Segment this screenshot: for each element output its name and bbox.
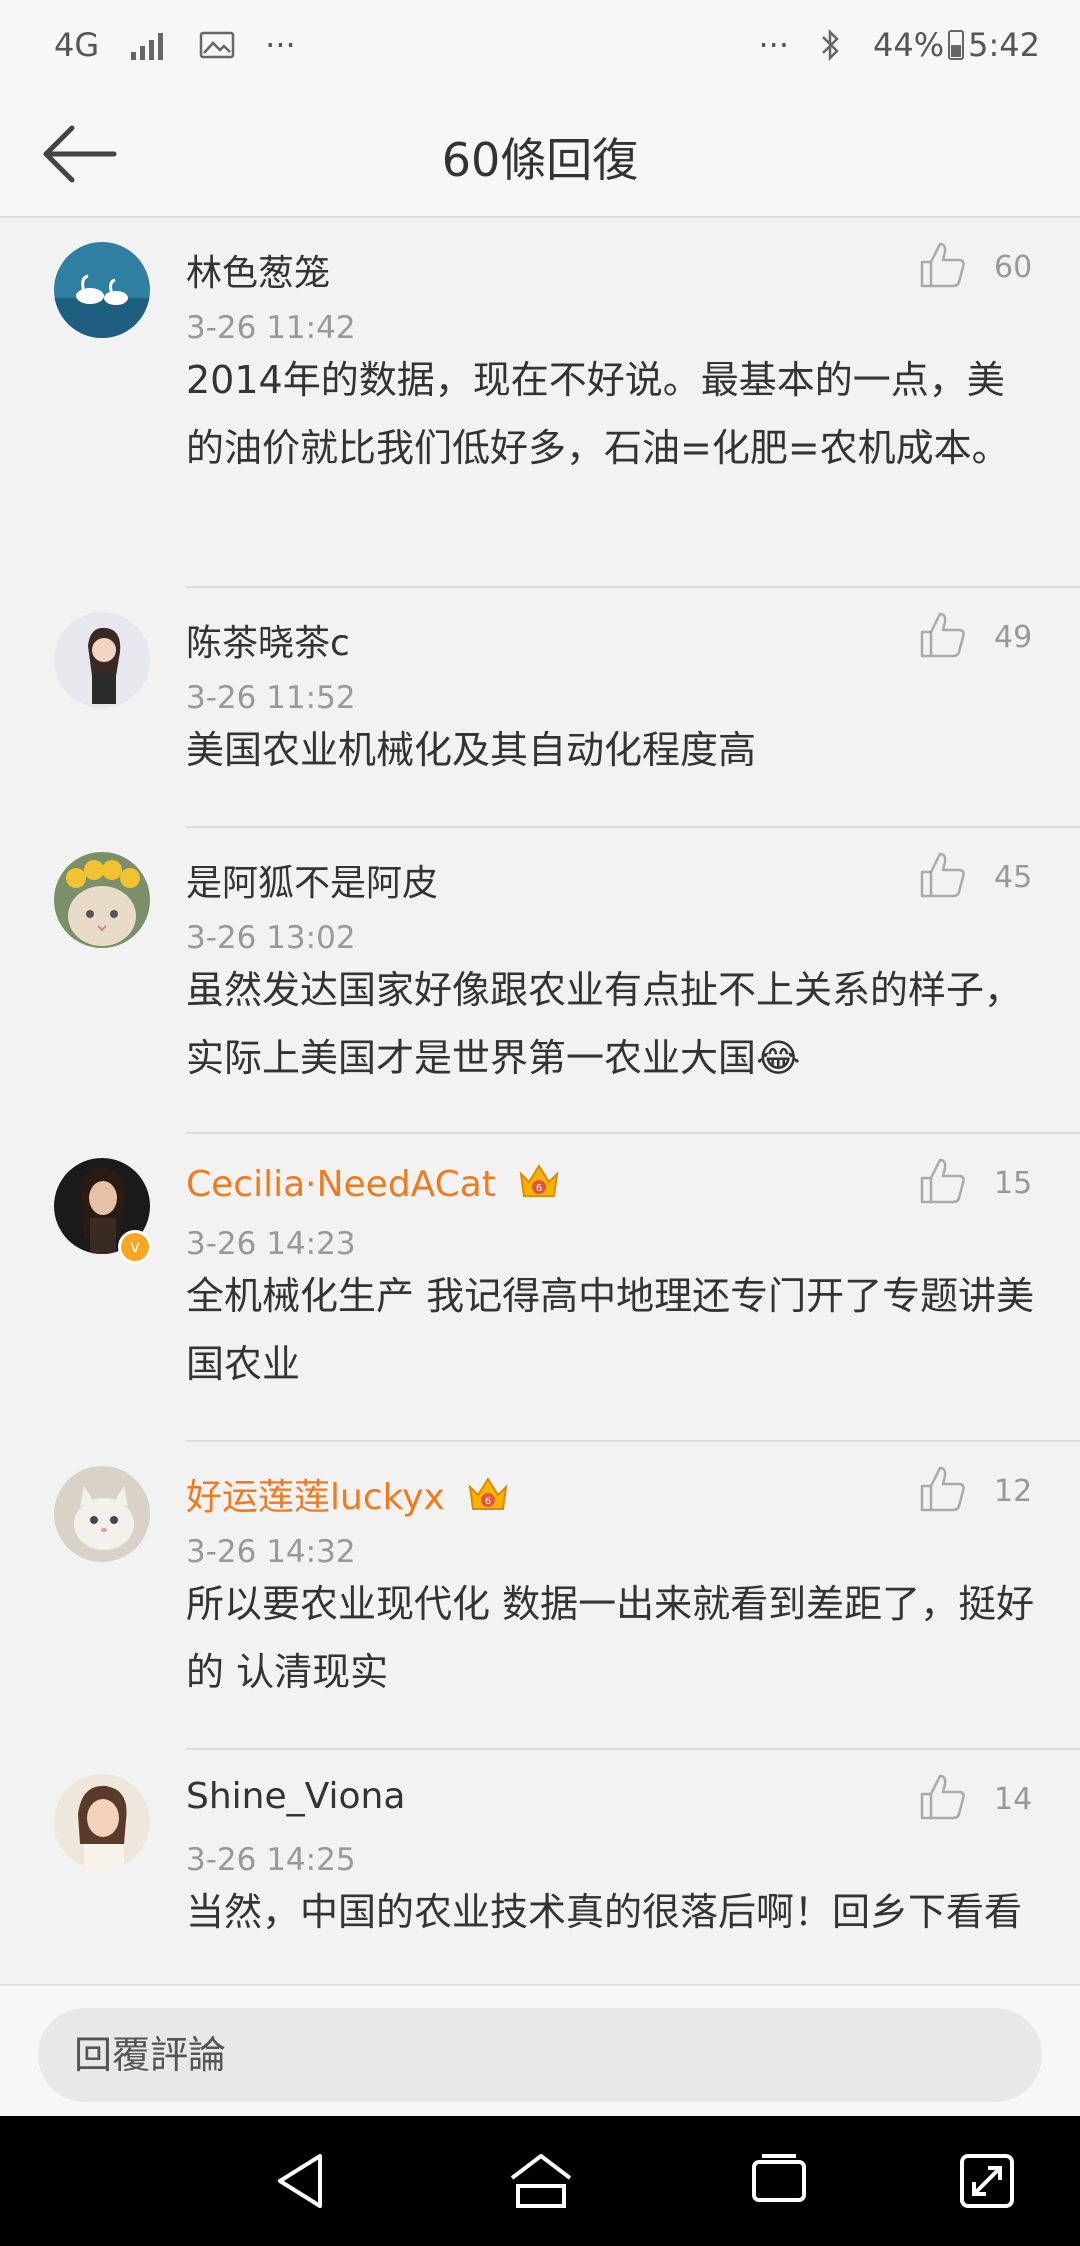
battery-percent: 44% (873, 26, 945, 64)
reply-bar (0, 1984, 1080, 2116)
like-icon (920, 612, 965, 658)
network-type: 4G (54, 26, 100, 64)
timestamp: 3-26 11:42 (186, 310, 356, 346)
page-title: 60條回復 (441, 133, 639, 187)
reply-input[interactable] (38, 2008, 1042, 2102)
like-button[interactable] (918, 610, 988, 670)
avatar[interactable] (54, 612, 150, 708)
avatar[interactable] (54, 242, 150, 338)
more-status-icon: ··· (758, 26, 790, 64)
clock: 5:42 (968, 26, 1040, 64)
nav-rotate-button[interactable] (952, 2148, 1022, 2214)
like-button[interactable] (918, 1464, 988, 1524)
verified-badge: v (118, 1230, 152, 1264)
username[interactable]: Cecilia·NeedACat 6 (186, 1160, 561, 1209)
timestamp: 3-26 14:25 (186, 1842, 356, 1878)
svg-text:6: 6 (485, 1496, 491, 1507)
comment-text: 美国农业机械化及其自动化程度高 (186, 728, 757, 772)
like-icon (920, 1158, 965, 1204)
nav-back-icon (278, 2154, 322, 2208)
like-button[interactable] (918, 240, 988, 300)
like-icon (920, 852, 965, 898)
avatar[interactable] (54, 852, 150, 948)
divider (186, 1748, 1080, 1750)
bluetooth-icon (819, 28, 843, 62)
nav-rotate-icon (960, 2154, 1014, 2208)
status-left: 4G ··· (54, 26, 296, 64)
like-count: 15 (994, 1166, 1033, 1201)
header: 60條回復 (0, 90, 1080, 218)
svg-text:6: 6 (536, 1183, 542, 1194)
battery-icon (948, 30, 965, 60)
username[interactable]: Shine_Viona (186, 1776, 405, 1817)
comment-text: 当然，中国的农业技术真的很落后啊！回乡下看看 (186, 1890, 1023, 1934)
username[interactable]: 林色葱笼 (186, 244, 330, 296)
crown-icon: 6 (517, 1160, 561, 1209)
nav-recents-icon (752, 2154, 806, 2202)
crown-icon: 6 (466, 1473, 510, 1522)
like-icon (920, 1466, 965, 1512)
like-count: 14 (994, 1782, 1033, 1817)
timestamp: 3-26 14:23 (186, 1226, 356, 1262)
like-button[interactable] (918, 1156, 988, 1216)
like-icon (920, 242, 965, 288)
divider (186, 586, 1080, 588)
like-icon (920, 1774, 965, 1820)
nav-back-button[interactable] (268, 2148, 338, 2214)
comment-text: 2014年的数据，现在不好说。最基本的一点，美的油价就比我们低好多，石油=化肥=… (186, 358, 1010, 470)
avatar[interactable] (54, 1466, 150, 1562)
divider (186, 826, 1080, 828)
username-text: Cecilia·NeedACat (186, 1164, 496, 1205)
comment-text: 所以要农业现代化 数据一出来就看到差距了，挺好的 认清现实 (186, 1582, 1035, 1694)
divider (186, 1440, 1080, 1442)
navigation-bar (0, 2116, 1080, 2246)
more-notifications-icon: ··· (265, 26, 296, 64)
comment-text: 全机械化生产 我记得高中地理还专门开了专题讲美国农业 (186, 1274, 1035, 1386)
status-bar: 4G ··· ··· 44% 5:42 (0, 0, 1080, 90)
image-icon (199, 30, 235, 60)
comment-list[interactable]: 林色葱笼 3-26 11:42 2014年的数据，现在不好说。最基本的一点，美的… (0, 218, 1080, 1984)
divider (186, 1132, 1080, 1134)
username[interactable]: 好运莲莲luckyx 6 (186, 1468, 510, 1522)
signal-icon (129, 30, 169, 60)
like-button[interactable] (918, 850, 988, 910)
like-count: 60 (994, 250, 1033, 285)
status-right: ··· 44% 5:42 (759, 26, 1041, 64)
timestamp: 3-26 11:52 (186, 680, 356, 716)
username[interactable]: 陈茶晓茶c (186, 614, 350, 666)
username-text: 好运莲莲luckyx (186, 1477, 445, 1518)
like-count: 45 (994, 860, 1033, 895)
nav-home-icon (510, 2154, 572, 2208)
avatar[interactable] (54, 1774, 150, 1870)
nav-home-button[interactable] (506, 2148, 576, 2214)
like-count: 49 (994, 620, 1033, 655)
timestamp: 3-26 13:02 (186, 920, 356, 956)
like-count: 12 (994, 1474, 1033, 1509)
username[interactable]: 是阿狐不是阿皮 (186, 854, 438, 906)
timestamp: 3-26 14:32 (186, 1534, 356, 1570)
like-button[interactable] (918, 1772, 988, 1832)
nav-recents-button[interactable] (744, 2148, 814, 2214)
comment-text: 虽然发达国家好像跟农业有点扯不上关系的样子，实际上美国才是世界第一农业大国😂 (186, 968, 1023, 1080)
